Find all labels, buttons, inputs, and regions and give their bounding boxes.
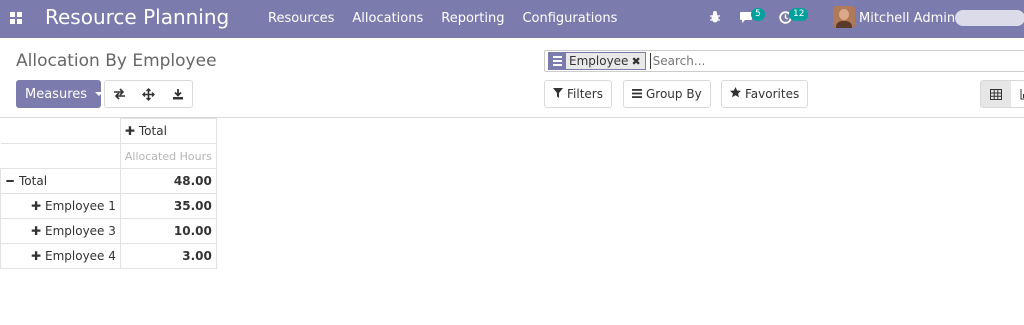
search-bar: Employee ✖ bbox=[544, 50, 1024, 72]
group-by-button[interactable]: Group By bbox=[623, 80, 711, 108]
flip-axis-button[interactable] bbox=[105, 81, 134, 107]
value-cell[interactable]: 35.00 bbox=[119, 193, 217, 219]
pivot-table: ✚ Total Allocated Hours ━ Total 48.00 ✚ Emp… bbox=[0, 118, 217, 269]
user-avatar[interactable] bbox=[833, 6, 855, 28]
filters-button[interactable]: Filters bbox=[544, 80, 612, 108]
pivot-corner-cell bbox=[0, 118, 121, 144]
caret-down-icon bbox=[95, 92, 104, 96]
page-title: Allocation By Employee bbox=[16, 51, 217, 71]
pivot-view-button[interactable] bbox=[981, 81, 1011, 107]
database-name-blurred bbox=[955, 10, 1024, 26]
expand-plus-icon: ✚ bbox=[31, 224, 42, 238]
remove-facet-icon[interactable]: ✖ bbox=[631, 55, 644, 68]
pivot-total-row: ━ Total 48.00 bbox=[0, 168, 217, 194]
pivot-row: ✚ Employee 1 35.00 bbox=[0, 193, 217, 219]
search-input[interactable] bbox=[649, 53, 950, 69]
apps-menu-icon[interactable] bbox=[10, 12, 22, 24]
main-menu: Resources Allocations Reporting Configur… bbox=[268, 11, 635, 26]
row-header-employee-1[interactable]: ✚ Employee 1 bbox=[0, 193, 121, 219]
group-by-facet-icon bbox=[549, 53, 566, 69]
expand-plus-icon: ✚ bbox=[124, 124, 135, 138]
menu-item-allocations[interactable]: Allocations bbox=[352, 11, 423, 26]
row-header-employee-3[interactable]: ✚ Employee 3 bbox=[0, 218, 121, 244]
pivot-actions bbox=[104, 80, 193, 108]
expand-plus-icon: ✚ bbox=[31, 249, 42, 263]
measures-button[interactable]: Measures bbox=[16, 80, 104, 108]
group-by-label: Group By bbox=[646, 87, 702, 101]
download-button[interactable] bbox=[163, 81, 192, 107]
pivot-corner-cell bbox=[0, 143, 121, 169]
total-value-cell[interactable]: 48.00 bbox=[119, 168, 217, 194]
chart-icon bbox=[1020, 88, 1024, 99]
exchange-icon bbox=[114, 88, 125, 100]
menu-item-resources[interactable]: Resources bbox=[268, 11, 334, 26]
menu-item-reporting[interactable]: Reporting bbox=[441, 11, 504, 26]
activities-badge: 12 bbox=[789, 8, 809, 21]
download-icon bbox=[172, 89, 183, 100]
debug-bug-icon[interactable] bbox=[709, 10, 721, 28]
favorites-button[interactable]: Favorites bbox=[721, 80, 809, 108]
pivot-measure-row: Allocated Hours bbox=[0, 143, 217, 169]
graph-view-button[interactable] bbox=[1011, 81, 1024, 107]
control-panel: Allocation By Employee Measures Employee… bbox=[0, 38, 1024, 118]
pivot-header-row: ✚ Total bbox=[0, 118, 217, 144]
pivot-row: ✚ Employee 3 10.00 bbox=[0, 218, 217, 244]
filter-icon bbox=[553, 87, 563, 101]
messages-badge: 5 bbox=[751, 8, 765, 21]
user-name[interactable]: Mitchell Admin bbox=[859, 11, 955, 26]
list-bars-icon bbox=[632, 88, 642, 101]
measure-header[interactable]: Allocated Hours bbox=[119, 143, 217, 169]
value-cell[interactable]: 3.00 bbox=[119, 243, 217, 269]
top-navbar: Resource Planning Resources Allocations … bbox=[0, 0, 1024, 38]
measures-label: Measures bbox=[25, 86, 88, 102]
app-title[interactable]: Resource Planning bbox=[45, 5, 229, 29]
menu-item-configurations[interactable]: Configurations bbox=[522, 11, 617, 26]
value-cell[interactable]: 10.00 bbox=[119, 218, 217, 244]
expand-all-button[interactable] bbox=[134, 81, 163, 107]
filters-label: Filters bbox=[567, 87, 603, 101]
pivot-row: ✚ Employee 4 3.00 bbox=[0, 243, 217, 269]
col-header-total[interactable]: ✚ Total bbox=[119, 118, 217, 144]
search-facet-employee[interactable]: Employee ✖ bbox=[548, 52, 646, 70]
arrows-expand-icon bbox=[142, 87, 155, 101]
table-grid-icon bbox=[990, 88, 1002, 100]
expand-plus-icon: ✚ bbox=[31, 199, 42, 213]
view-switcher bbox=[980, 80, 1024, 108]
facet-label: Employee bbox=[569, 54, 629, 68]
favorites-label: Favorites bbox=[745, 87, 800, 101]
row-header-total[interactable]: ━ Total bbox=[0, 168, 121, 194]
collapse-minus-icon: ━ bbox=[6, 174, 14, 188]
star-icon bbox=[730, 87, 741, 101]
row-header-employee-4[interactable]: ✚ Employee 4 bbox=[0, 243, 121, 269]
